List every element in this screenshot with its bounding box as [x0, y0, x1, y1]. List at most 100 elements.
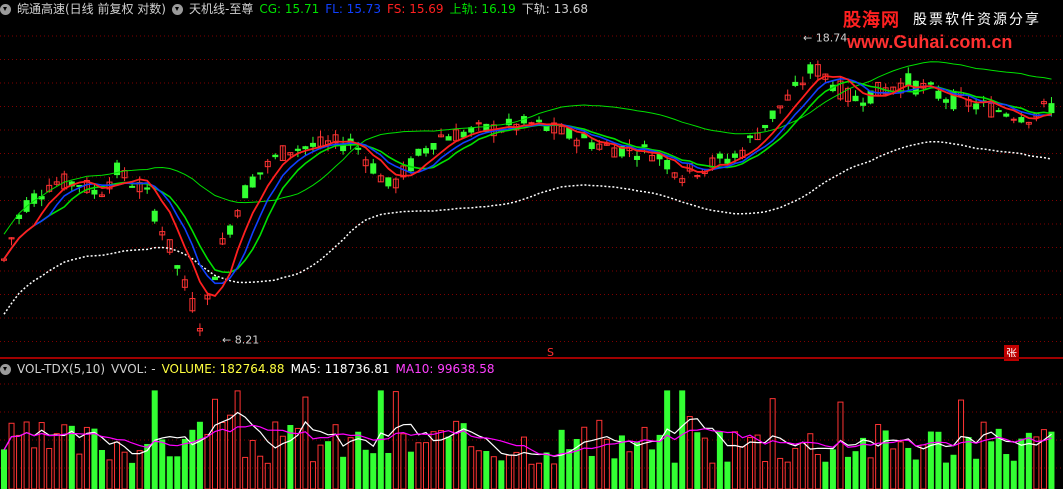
- volume-indicator-name[interactable]: VOL-TDX(5,10): [17, 362, 105, 376]
- volume-bar: [91, 428, 98, 489]
- volume-chart[interactable]: [0, 376, 1063, 489]
- volume-bar: [189, 429, 196, 489]
- volume-bar: [212, 398, 218, 489]
- volume-bar: [513, 451, 520, 489]
- volume-bar: [392, 391, 399, 489]
- candle-body: [242, 185, 249, 199]
- candle-body: [724, 158, 731, 164]
- volume-bar: [980, 421, 987, 489]
- volume-bar: [234, 390, 241, 489]
- candle-body: [731, 153, 738, 158]
- volume-bar: [747, 437, 754, 489]
- volume-bar: [129, 462, 136, 489]
- volume-bar: [1048, 431, 1055, 489]
- volume-bar: [114, 441, 121, 489]
- volume-bar: [709, 462, 716, 489]
- volume-bar: [159, 439, 166, 489]
- ma5-value: MA5: 118736.81: [290, 362, 390, 376]
- volume-bar: [649, 449, 656, 489]
- volume-bar: [890, 448, 897, 489]
- candle-body: [634, 155, 640, 160]
- volume-bar: [309, 461, 316, 489]
- volume-bar: [53, 433, 60, 489]
- volume-bar: [656, 434, 663, 489]
- candle-body: [528, 122, 535, 125]
- volume-bar: [98, 449, 105, 489]
- volume-bar: [611, 458, 618, 489]
- volume-bar: [325, 441, 332, 489]
- volume-bar: [588, 455, 595, 489]
- volume-bar: [724, 461, 731, 489]
- volume-bar: [988, 441, 995, 489]
- volume-bar: [875, 423, 882, 489]
- volume-bar: [686, 415, 693, 489]
- volume-bar: [294, 427, 301, 489]
- fl-line: [3, 77, 1052, 285]
- volume-bar: [664, 390, 671, 489]
- main-menu-dropdown-icon[interactable]: [0, 4, 11, 15]
- cg-value: CG: 15.71: [259, 2, 320, 16]
- volume-bar: [423, 442, 429, 489]
- volume-bar: [566, 449, 573, 489]
- candle-body: [1018, 117, 1025, 123]
- volume-bar: [264, 462, 271, 489]
- ma10-value: MA10: 99638.58: [395, 362, 495, 376]
- candle-body: [460, 131, 467, 138]
- volume-bar: [317, 444, 324, 489]
- panel-divider: [0, 357, 1063, 359]
- volume-bar: [68, 425, 75, 489]
- volume-bar: [543, 452, 550, 489]
- volume-menu-dropdown-icon[interactable]: [0, 364, 11, 375]
- volume-bar: [46, 447, 53, 489]
- volume-bar: [694, 432, 701, 489]
- volume-bar: [174, 456, 181, 489]
- volume-bar: [618, 435, 625, 489]
- candle-body: [227, 225, 234, 235]
- fl-value: FL: 15.73: [325, 2, 382, 16]
- candle-body: [543, 125, 550, 132]
- candle-body: [1003, 113, 1010, 117]
- volume-bar: [370, 453, 377, 489]
- volume-bar: [581, 426, 588, 489]
- volume-bar: [927, 431, 934, 489]
- volume-bar: [950, 454, 957, 489]
- indicator-name[interactable]: 天机线-至尊: [189, 2, 253, 16]
- price-chart[interactable]: ← 18.74 ← 8.21: [0, 18, 1063, 357]
- volume-bar: [106, 459, 113, 489]
- volume-bar: [1010, 460, 1017, 489]
- volume-bar: [626, 451, 633, 489]
- indicator-menu-dropdown-icon[interactable]: [172, 4, 183, 15]
- candle-body: [302, 146, 309, 150]
- volume-bar: [845, 456, 851, 489]
- volume-bar: [920, 444, 927, 489]
- volume-bar: [905, 447, 912, 489]
- candle-body: [716, 153, 723, 159]
- volume-bar: [935, 431, 942, 489]
- candle-body: [91, 189, 98, 195]
- volume-bar: [505, 454, 512, 489]
- candle-body: [370, 163, 377, 174]
- volume-bar: [1003, 454, 1010, 489]
- candle-body: [905, 73, 912, 87]
- candle-body: [174, 265, 181, 269]
- volume-bar: [679, 390, 686, 489]
- candle-body: [272, 154, 279, 158]
- volume-bar: [634, 441, 640, 489]
- candle-body: [355, 147, 362, 150]
- volume-bar: [16, 434, 23, 489]
- volume-bar: [76, 453, 83, 489]
- candle-body: [536, 119, 543, 123]
- volume-bar: [302, 396, 309, 489]
- low-price-label: ← 8.21: [222, 334, 259, 347]
- candle-body: [430, 143, 437, 150]
- volume-bar: [136, 450, 143, 489]
- candle-body: [852, 95, 859, 102]
- volume-bar: [287, 425, 294, 489]
- volume-bar: [536, 462, 543, 489]
- volume-bar: [460, 423, 467, 489]
- volume-bar: [340, 456, 347, 489]
- volume-bar: [1018, 438, 1025, 489]
- volume-bar: [490, 456, 497, 489]
- volume-bar: [121, 451, 128, 489]
- volume-bar: [204, 433, 211, 489]
